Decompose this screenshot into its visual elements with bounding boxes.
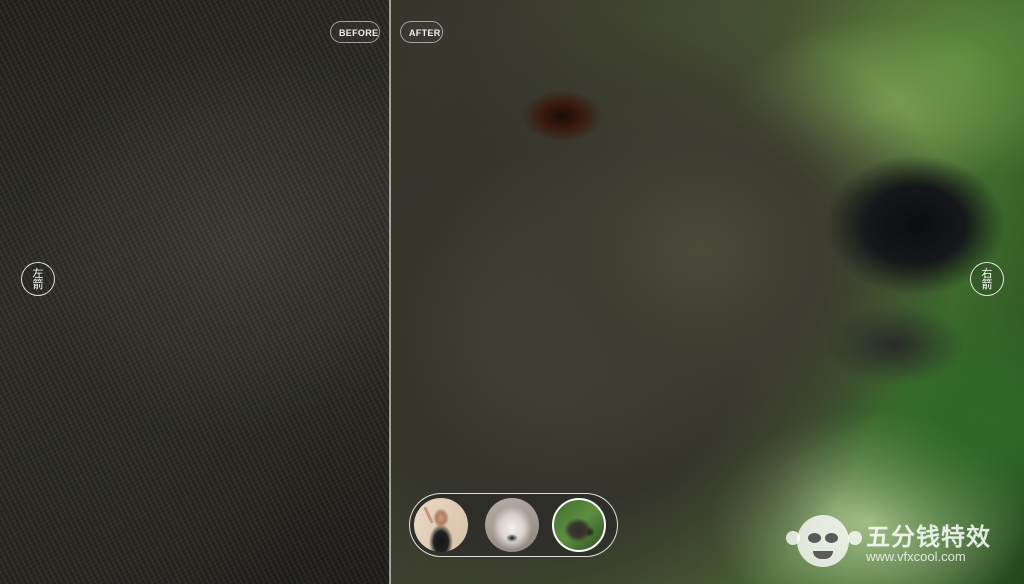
monkey-logo-icon <box>786 511 862 569</box>
watermark-url: www.vfxcool.com <box>866 549 966 564</box>
before-image <box>0 0 390 584</box>
after-label: AFTER <box>400 21 443 43</box>
comparison-stage[interactable]: BEFORE AFTER 左箭 右箭 五分钱特效 www.vfxcool.com <box>0 0 1024 584</box>
watermark-text: 五分钱特效 <box>866 523 991 551</box>
thumbnail-dancer[interactable] <box>414 498 468 552</box>
next-arrow-button[interactable]: 右箭 <box>970 262 1004 296</box>
thumbnail-strip <box>409 493 618 557</box>
comparison-divider-handle[interactable] <box>389 0 391 584</box>
thumbnail-arctic-fox[interactable] <box>485 498 539 552</box>
before-label: BEFORE <box>330 21 380 43</box>
previous-arrow-button[interactable]: 左箭 <box>21 262 55 296</box>
thumbnail-bear-selected[interactable] <box>552 498 606 552</box>
next-arrow-label: 右箭 <box>981 267 993 291</box>
previous-arrow-label: 左箭 <box>32 267 44 291</box>
watermark: 五分钱特效 www.vfxcool.com <box>786 511 1016 569</box>
